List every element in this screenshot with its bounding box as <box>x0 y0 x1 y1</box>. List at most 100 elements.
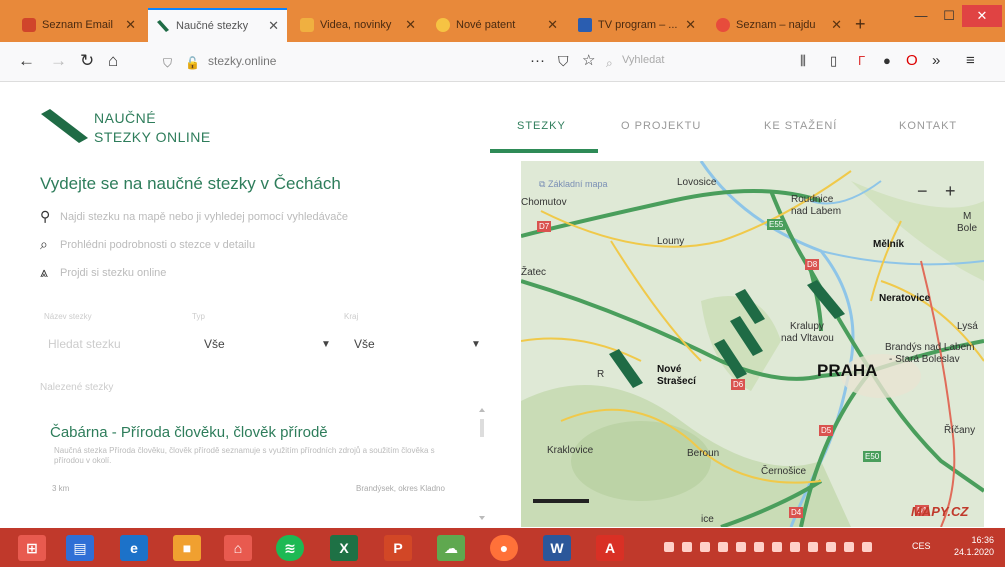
bookmark-star-icon[interactable]: ☆ <box>582 51 595 71</box>
acrobat-icon[interactable]: A <box>596 535 624 561</box>
tab-seznam-email[interactable]: Seznam Email ✕ <box>14 9 144 41</box>
tray-icon[interactable] <box>862 542 872 552</box>
start-icon[interactable]: ⊞ <box>18 535 46 561</box>
reload-icon[interactable]: ↻ <box>80 51 94 71</box>
minimize-icon[interactable]: — <box>907 5 935 27</box>
caret-down-icon[interactable]: ▼ <box>471 339 481 350</box>
extension-icon[interactable]: Γ <box>858 51 865 71</box>
store-icon[interactable]: ■ <box>173 535 201 561</box>
close-icon[interactable]: ✕ <box>125 17 136 33</box>
patent-icon <box>436 18 450 32</box>
trail-map[interactable]: ⧉ Základní mapa − + Chomutov Lovosice Ro… <box>521 161 984 527</box>
tray-icon[interactable] <box>736 542 746 552</box>
road-shield: E50 <box>863 451 882 462</box>
zoom-out-button[interactable]: − <box>917 181 928 202</box>
more-actions-icon[interactable]: ··· <box>530 51 545 71</box>
trail-search-input[interactable]: Hledat stezku <box>48 337 121 351</box>
excel-icon[interactable]: X <box>330 535 358 561</box>
result-location: Brandýsek, okres Kladno <box>356 484 445 493</box>
toolbar-search-input[interactable]: Vyhledat <box>622 54 664 66</box>
library-icon[interactable]: ⫼ <box>800 51 806 71</box>
tray-icon[interactable] <box>664 542 674 552</box>
hamburger-menu-icon[interactable]: ≡ <box>966 51 975 71</box>
logo-text-line1[interactable]: NAUČNÉ <box>94 110 156 126</box>
home-app-icon[interactable]: ⌂ <box>224 535 252 561</box>
result-description: Naučná stezka Příroda člověku, člověk př… <box>54 446 435 465</box>
road-shield: D6 <box>731 379 746 390</box>
tab-tv-program[interactable]: TV program – ... ✕ <box>570 9 704 41</box>
tab-seznam-najdu[interactable]: Seznam – najdu ✕ <box>708 9 850 41</box>
zoom-in-button[interactable]: + <box>945 181 956 202</box>
tray-icon[interactable] <box>718 542 728 552</box>
mapy-cz-logo[interactable]: MAPY.CZ <box>911 504 968 519</box>
tray-icon[interactable] <box>754 542 764 552</box>
nav-kontakt[interactable]: KONTAKT <box>899 120 957 132</box>
tray-icon[interactable] <box>826 542 836 552</box>
map-label: Lysá <box>957 321 978 332</box>
firefox-icon[interactable]: ● <box>490 535 518 561</box>
edge-icon[interactable]: e <box>120 535 148 561</box>
tab-naucne-stezky[interactable]: Naučné stezky ✕ <box>148 8 287 42</box>
shield-icon[interactable]: ⛉ <box>163 53 172 73</box>
road-shield: D5 <box>819 425 834 436</box>
close-icon[interactable]: ✕ <box>547 17 558 33</box>
tray-icon[interactable] <box>772 542 782 552</box>
site-logo-icon <box>157 20 169 32</box>
site-logo-icon[interactable] <box>38 108 96 144</box>
powerpoint-icon[interactable]: P <box>384 535 412 561</box>
search-field-label: Název stezky <box>44 312 92 321</box>
results-scrollbar[interactable] <box>477 405 487 523</box>
map-label: Lovosice <box>677 177 717 188</box>
word-icon[interactable]: W <box>543 535 571 561</box>
email-icon <box>22 18 36 32</box>
map-layer-switch[interactable]: ⧉ Základní mapa <box>539 179 608 190</box>
tab-videa[interactable]: Videa, novinky ✕ <box>292 9 424 41</box>
close-icon[interactable]: ✕ <box>831 17 842 33</box>
sidebar-icon[interactable]: ▯ <box>830 51 837 71</box>
forward-arrow-icon[interactable]: → <box>50 51 67 71</box>
map-label: nad Vltavou <box>781 333 834 344</box>
window-close-icon[interactable]: ✕ <box>962 5 1002 27</box>
url-bar-text[interactable]: stezky.online <box>208 54 276 68</box>
map-label: Mělník <box>873 239 905 250</box>
layers-icon: ⧉ <box>539 179 546 189</box>
cloud-app-icon[interactable]: ☁ <box>437 535 465 561</box>
pocket-icon[interactable]: ⛉ <box>558 51 569 71</box>
account-icon[interactable]: ● <box>883 51 891 71</box>
logo-text-line2[interactable]: STEZKY ONLINE <box>94 129 211 145</box>
map-label: Neratovice <box>879 293 931 304</box>
tray-icon[interactable] <box>700 542 710 552</box>
maximize-icon[interactable]: ☐ <box>935 5 963 27</box>
tray-icon[interactable] <box>844 542 854 552</box>
language-indicator[interactable]: CES <box>912 541 931 551</box>
nav-ke-stazeni[interactable]: KE STAŽENÍ <box>764 120 837 132</box>
close-icon[interactable]: ✕ <box>405 17 416 33</box>
home-icon[interactable]: ⌂ <box>108 51 118 71</box>
tray-icon[interactable] <box>682 542 692 552</box>
map-label: Žatec <box>521 267 547 278</box>
close-icon[interactable]: ✕ <box>685 17 696 33</box>
tab-nove-patent[interactable]: Nové patent ✕ <box>428 9 566 41</box>
back-arrow-icon[interactable]: ← <box>18 51 35 71</box>
tray-icon[interactable] <box>790 542 800 552</box>
trail-marker[interactable] <box>807 280 845 319</box>
map-label: Roudnice <box>791 194 834 205</box>
new-tab-icon[interactable]: + <box>855 14 866 35</box>
caret-down-icon[interactable]: ▼ <box>321 339 331 350</box>
type-select[interactable]: Vše <box>204 337 225 351</box>
tray-icon[interactable] <box>808 542 818 552</box>
result-title[interactable]: Čabárna - Příroda člověku, člověk přírod… <box>50 424 328 441</box>
search-icon: ⌕ <box>40 236 48 252</box>
system-tray <box>664 542 872 552</box>
lock-icon[interactable]: 🔓 <box>185 53 200 73</box>
region-select[interactable]: Vše <box>354 337 375 351</box>
overflow-chevron-icon[interactable]: » <box>932 51 940 71</box>
close-icon[interactable]: ✕ <box>268 18 279 34</box>
clock[interactable]: 16:36 24.1.2020 <box>954 534 994 558</box>
opera-icon[interactable]: O <box>906 51 918 71</box>
nav-o-projektu[interactable]: O PROJEKTU <box>621 120 701 132</box>
file-explorer-icon[interactable]: ▤ <box>66 535 94 561</box>
nav-stezky[interactable]: STEZKY <box>517 120 566 132</box>
spotify-icon[interactable]: ≋ <box>276 535 304 561</box>
type-field-label: Typ <box>192 312 205 321</box>
